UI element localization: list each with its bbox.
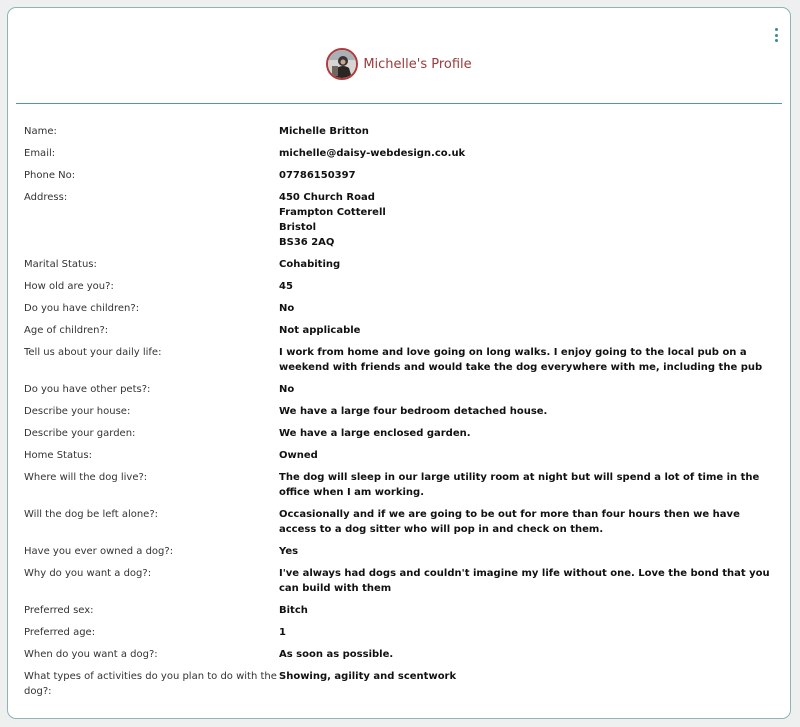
detail-value: 450 Church Road Frampton Cotterell Brist… [279, 192, 386, 248]
detail-value: 45 [279, 281, 293, 292]
detail-label: Why do you want a dog?: [24, 568, 152, 579]
detail-value: Bitch [279, 605, 308, 616]
detail-value: michelle@daisy-webdesign.co.uk [279, 148, 466, 159]
detail-value: Occasionally and if we are going to be o… [279, 509, 740, 535]
detail-value: No [279, 384, 295, 395]
detail-label: Address: [24, 192, 68, 203]
detail-row: Do you have other pets?: No [24, 382, 780, 397]
detail-row: Will the dog be left alone?: Occasionally… [24, 507, 780, 537]
detail-label: Describe your garden: [24, 428, 136, 439]
detail-label: Do you have children?: [24, 303, 140, 314]
detail-label: How old are you?: [24, 281, 114, 292]
detail-label: Where will the dog live?: [24, 472, 148, 483]
detail-value: I work from home and love going on long … [279, 347, 763, 373]
detail-label: Email: [24, 148, 56, 159]
detail-value: Not applicable [279, 325, 361, 336]
page-title: Michelle's Profile [363, 56, 472, 72]
detail-value: The dog will sleep in our large utility … [279, 472, 760, 498]
detail-value: We have a large enclosed garden. [279, 428, 471, 439]
detail-row: Phone No: 07786150397 [24, 168, 780, 183]
kebab-dot [774, 39, 778, 42]
detail-label: Describe your house: [24, 406, 131, 417]
detail-label: Name: [24, 126, 57, 137]
header-divider [16, 103, 782, 104]
detail-label: Age of children?: [24, 325, 109, 336]
detail-row: Tell us about your daily life: I work fro… [24, 345, 780, 375]
detail-row: Marital Status: Cohabiting [24, 257, 780, 272]
detail-row: Why do you want a dog?: I've always had d… [24, 566, 780, 596]
avatar-photo [328, 50, 357, 78]
detail-label: Home Status: [24, 450, 92, 461]
avatar [326, 48, 359, 80]
detail-value: I've always had dogs and couldn't imagin… [279, 568, 770, 594]
detail-row: Describe your garden: We have a large enc… [24, 426, 780, 441]
detail-label: Do you have other pets?: [24, 384, 151, 395]
detail-value: Owned [279, 450, 318, 461]
detail-label: Have you ever owned a dog?: [24, 546, 174, 557]
detail-label: Preferred sex: [24, 605, 94, 616]
detail-value: No [279, 303, 295, 314]
detail-row: Email: michelle@daisy-webdesign.co.uk [24, 146, 780, 161]
detail-label: Will the dog be left alone?: [24, 509, 159, 520]
detail-value: 07786150397 [279, 170, 356, 181]
profile-header: Michelle's Profile [8, 46, 790, 82]
kebab-dot [774, 28, 778, 31]
detail-row: Preferred age: 1 [24, 625, 780, 640]
kebab-dot [774, 33, 778, 37]
detail-value: Showing, agility and scentwork [279, 671, 457, 682]
detail-label: Tell us about your daily life: [24, 347, 162, 358]
profile-details: Name: Michelle Britton Email: michelle@dais… [24, 124, 780, 706]
detail-label: What types of activities do you plan to … [24, 671, 281, 697]
detail-row: What types of activities do you plan to … [24, 669, 780, 699]
detail-value: Cohabiting [279, 259, 341, 270]
detail-row: Home Status: Owned [24, 448, 780, 463]
detail-label: Phone No: [24, 170, 76, 181]
detail-row: Describe your house: We have a large four… [24, 404, 780, 419]
detail-row: Address: 450 Church Road Frampton Cottere… [24, 190, 780, 250]
detail-value: Michelle Britton [279, 126, 369, 137]
detail-row: Preferred sex: Bitch [24, 603, 780, 618]
detail-label: Preferred age: [24, 627, 96, 638]
detail-row: How old are you?: 45 [24, 279, 780, 294]
detail-row: When do you want a dog?: As soon as possi… [24, 647, 780, 662]
detail-row: Age of children?: Not applicable [24, 323, 780, 338]
kebab-menu-icon[interactable] [771, 28, 781, 42]
detail-row: Name: Michelle Britton [24, 124, 780, 139]
detail-value: We have a large four bedroom detached ho… [279, 406, 548, 417]
detail-label: Marital Status: [24, 259, 97, 270]
detail-label: When do you want a dog?: [24, 649, 158, 660]
detail-value: As soon as possible. [279, 649, 394, 660]
detail-value: 1 [279, 627, 286, 638]
detail-row: Do you have children?: No [24, 301, 780, 316]
profile-card: Michelle's Profile Name: Michelle Britton… [7, 7, 791, 719]
detail-row: Have you ever owned a dog?: Yes [24, 544, 780, 559]
detail-row: Where will the dog live?: The dog will sl… [24, 470, 780, 500]
detail-value: Yes [279, 546, 299, 557]
